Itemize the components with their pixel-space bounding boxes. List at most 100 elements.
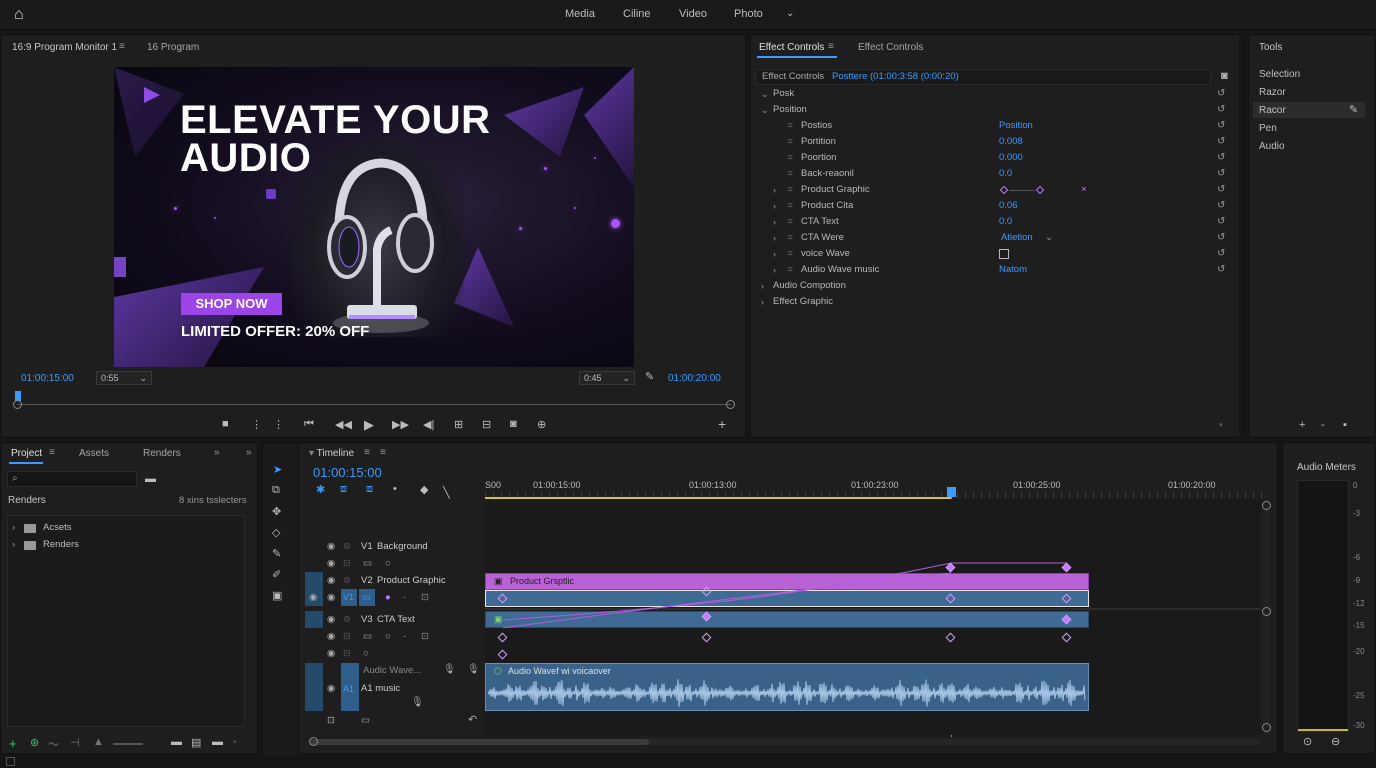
icon-view-icon[interactable]: ⊣ xyxy=(70,736,80,749)
vscroll-handle-top[interactable] xyxy=(1262,501,1271,510)
go-to-out-icon[interactable]: ◀| xyxy=(423,418,434,431)
collapse-icon[interactable]: » xyxy=(246,447,252,458)
tool-pen[interactable]: Pen xyxy=(1259,123,1277,134)
track-header-v2[interactable]: ◉ ⊚ V2 Product Graphic xyxy=(303,572,485,589)
ec-row-cta-text[interactable]: › ○ CTA Text 0.0 ↺ xyxy=(751,214,1243,230)
camera-icon[interactable]: ◙ xyxy=(510,418,517,430)
zoom-select-left[interactable]: 0:55 ⌄ xyxy=(96,371,152,385)
ec-row-poortion[interactable]: ○ Poortion 0.000 ↺ xyxy=(751,150,1243,166)
header-clip-name[interactable]: Posttere (01:00:3:58 (0:00:20) xyxy=(832,70,959,84)
time-ruler[interactable]: S00 01:00:15:00 01:00:13:00 01:00:23:00 … xyxy=(485,479,1269,499)
tab-effect-controls-2[interactable]: Effect Controls xyxy=(858,42,923,53)
ec-row-voice-wave[interactable]: › ○ voice Wave ↺ xyxy=(751,246,1243,262)
scroll-handle-left[interactable] xyxy=(309,737,318,746)
mark-in-icon[interactable]: ⋮ xyxy=(251,418,262,431)
scrub-start-handle[interactable] xyxy=(13,400,22,409)
track-a1-source-patch[interactable] xyxy=(305,663,323,711)
track-select-icon[interactable]: ⧉ xyxy=(272,484,280,497)
trash-icon[interactable]: ▪ xyxy=(1343,419,1347,431)
tool-racor[interactable]: Racor xyxy=(1259,105,1286,116)
folder-icon[interactable]: ▭ xyxy=(361,715,370,726)
ripple-edit-icon[interactable]: ✥ xyxy=(272,505,281,518)
type-tool-icon[interactable]: ▣ xyxy=(272,589,282,602)
tab-media[interactable]: Media xyxy=(565,8,595,20)
folder-icon[interactable]: ▬ xyxy=(212,736,223,748)
ec-row-posk[interactable]: ⌄ Posk ↺ xyxy=(751,86,1243,102)
tab-renders[interactable]: Renders xyxy=(143,448,181,459)
eye-icon[interactable]: ◉ xyxy=(327,683,335,694)
selection-tool-icon[interactable]: ➤ xyxy=(273,463,282,476)
add-button-icon[interactable]: + xyxy=(718,416,726,432)
tab-assets[interactable]: Assets xyxy=(79,448,109,459)
pen-tool-icon[interactable]: ✎ xyxy=(272,547,281,560)
tab-project[interactable]: Project xyxy=(11,448,42,459)
home-icon[interactable]: ⌂ xyxy=(14,6,32,24)
overflow-icon[interactable]: » xyxy=(214,447,220,458)
track-header-v3[interactable]: ◉ ⊚ V3 CTA Text xyxy=(303,611,485,628)
trash-icon[interactable]: ▪ xyxy=(233,736,237,748)
ec-row-position[interactable]: ⌄ Position ↺ xyxy=(751,102,1243,118)
minus-icon[interactable]: - xyxy=(1321,419,1325,431)
insert-icon[interactable]: ⊞ xyxy=(454,418,463,431)
zoom-slider[interactable] xyxy=(113,743,143,745)
microphone-icon-3[interactable]: 🎙 xyxy=(411,697,424,708)
program-frame[interactable]: ELEVATE YOUR AUDIO SHOP NOW LIMITED OFFE… xyxy=(114,67,634,367)
play-icon[interactable]: ▶ xyxy=(364,417,374,433)
stop-icon[interactable]: ■ xyxy=(222,418,229,430)
tool-audio[interactable]: Audio xyxy=(1259,141,1285,152)
timeline-playhead-handle[interactable] xyxy=(947,487,956,497)
linked-selection-icon[interactable]: ⧈ xyxy=(340,483,347,496)
ec-row-portition[interactable]: ○ Portition 0.008 ↺ xyxy=(751,134,1243,150)
wrench-icon[interactable]: ╲ xyxy=(443,486,450,499)
vscroll-handle-bottom[interactable] xyxy=(1262,723,1271,732)
ec-row-cta-were[interactable]: › ○ CTA Were Atietion ⌄ ↺ xyxy=(751,230,1243,246)
scrub-end-handle[interactable] xyxy=(726,400,735,409)
vertical-scrollbar[interactable] xyxy=(1264,499,1270,735)
snap-icon[interactable]: ✱ xyxy=(316,483,325,496)
playhead-timecode[interactable]: 01:00:15:00 xyxy=(21,373,74,384)
tab-video[interactable]: Video xyxy=(679,8,707,20)
clip-audio-wave[interactable]: ⬡ Audio Wavef wi voicaover xyxy=(485,663,1089,711)
ec-row-effect-graphic[interactable]: › Effect Graphic xyxy=(751,294,1243,310)
track-controls-v1[interactable]: ◉ ⊟ ▭ ○ xyxy=(303,555,485,572)
panel-menu-icon[interactable]: ≡ xyxy=(119,41,125,52)
track-controls-v3[interactable]: ◉ ⊟ ▭ ○ - ⊡ xyxy=(303,628,485,645)
timeline-timecode[interactable]: 01:00:15:00 xyxy=(313,465,382,480)
folder-row-assets[interactable]: › Acsets xyxy=(8,520,244,536)
new-item-folder-icon[interactable]: ▤ xyxy=(191,736,201,749)
track-a1-target[interactable]: A1 xyxy=(341,663,359,711)
chevron-down-icon[interactable]: ⌄ xyxy=(786,8,794,19)
folder-row-renders[interactable]: › Renders xyxy=(8,537,244,553)
mute-icon[interactable]: ⊖ xyxy=(1331,735,1340,748)
ec-row-back-reaonil[interactable]: ○ Back-reaonil 0.0 ↺ xyxy=(751,166,1243,182)
pencil-icon[interactable]: ✎ xyxy=(1349,103,1358,116)
microphone-icon[interactable]: 🎙 xyxy=(443,664,456,675)
freeform-view-icon[interactable]: ▲ xyxy=(93,736,104,748)
microphone-icon-2[interactable]: 🎙 xyxy=(467,664,480,675)
panel-menu-icon[interactable]: ≡ xyxy=(49,447,55,458)
track-controls-v3b[interactable]: ◉ ⊟ ○ xyxy=(303,645,485,662)
go-to-in-icon[interactable]: ⏮ xyxy=(304,418,314,431)
ec-row-audio-compotion[interactable]: › Audio Compotion xyxy=(751,278,1243,294)
lock-icon[interactable]: ⊡ xyxy=(327,715,335,726)
hand-tool-icon[interactable]: ✐ xyxy=(272,568,281,581)
new-item-icon[interactable]: + xyxy=(9,736,17,751)
ec-row-product-graphic[interactable]: › ○ Product Graphic × ↺ xyxy=(751,182,1243,198)
tab-program[interactable]: 16 Program xyxy=(147,42,199,53)
scrub-bar[interactable] xyxy=(17,404,731,405)
wrench-icon[interactable]: ✎ xyxy=(645,370,654,383)
add-icon[interactable]: + xyxy=(1299,419,1305,431)
compare-icon[interactable]: ⊕ xyxy=(537,418,546,431)
marker-icon[interactable]: • xyxy=(393,483,397,495)
vscroll-handle-mid[interactable] xyxy=(1262,607,1271,616)
tool-selection[interactable]: Selection xyxy=(1259,69,1300,80)
panel-list-icon[interactable]: ≡ xyxy=(380,447,386,458)
step-forward-icon[interactable]: ▶▶ xyxy=(392,418,409,431)
overwrite-icon[interactable]: ⊟ xyxy=(482,418,491,431)
undo-icon[interactable]: ↶ xyxy=(468,713,477,726)
step-back-icon[interactable]: ◀◀ xyxy=(335,418,352,431)
folder-icon[interactable]: ▬ xyxy=(145,473,156,485)
razor-tool-icon[interactable]: ◇ xyxy=(272,526,280,539)
track-header-v1[interactable]: ◉ ⊚ V1 Background xyxy=(303,538,485,555)
list-view-icon[interactable]: 〜 xyxy=(48,736,59,752)
